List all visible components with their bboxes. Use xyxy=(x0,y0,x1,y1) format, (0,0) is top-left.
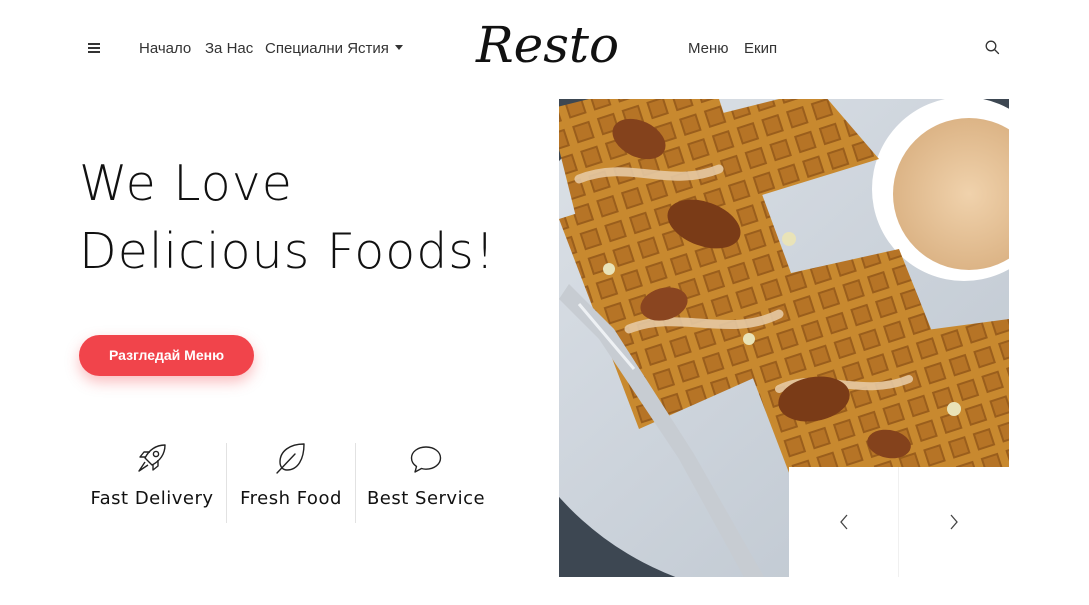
feature-fresh-food: Fresh Food xyxy=(227,440,355,525)
slider-next-button[interactable] xyxy=(899,467,1009,577)
chevron-right-icon xyxy=(950,514,958,530)
hero-title: We Love Delicious Foods! xyxy=(79,150,519,286)
chevron-down-icon xyxy=(394,45,403,50)
feature-fast-delivery: Fast Delivery xyxy=(79,440,225,525)
nav-link-menu[interactable]: Меню xyxy=(688,40,729,57)
top-navbar: Начало За Нас Специални Ястия Resto Меню… xyxy=(0,0,1089,98)
logo-text: Resto xyxy=(476,16,620,74)
search-icon[interactable] xyxy=(985,40,1001,56)
chat-bubble-icon xyxy=(410,446,442,473)
nav-link-specials[interactable]: Специални Ястия xyxy=(265,40,403,57)
hamburger-menu-icon[interactable] xyxy=(88,43,100,53)
nav-link-about[interactable]: За Нас xyxy=(205,40,253,57)
nav-link-team[interactable]: Екип xyxy=(744,40,777,57)
feature-label: Fast Delivery xyxy=(90,488,214,509)
nav-link-specials-label: Специални Ястия xyxy=(265,40,389,57)
feature-label: Fresh Food xyxy=(240,488,342,509)
nav-link-home[interactable]: Начало xyxy=(139,40,191,57)
logo[interactable]: Resto xyxy=(476,12,619,78)
hero-title-line1: We Love xyxy=(79,155,293,212)
slider-controls xyxy=(789,467,1009,577)
leaf-icon xyxy=(276,443,305,474)
slider-prev-button[interactable] xyxy=(789,467,899,577)
view-menu-button[interactable]: Разгледай Меню xyxy=(79,335,254,376)
feature-label: Best Service xyxy=(366,488,486,509)
rocket-icon xyxy=(138,444,166,472)
chevron-left-icon xyxy=(840,514,848,530)
feature-best-service: Best Service xyxy=(356,440,496,525)
hero-title-line2: Delicious Foods! xyxy=(79,223,496,280)
